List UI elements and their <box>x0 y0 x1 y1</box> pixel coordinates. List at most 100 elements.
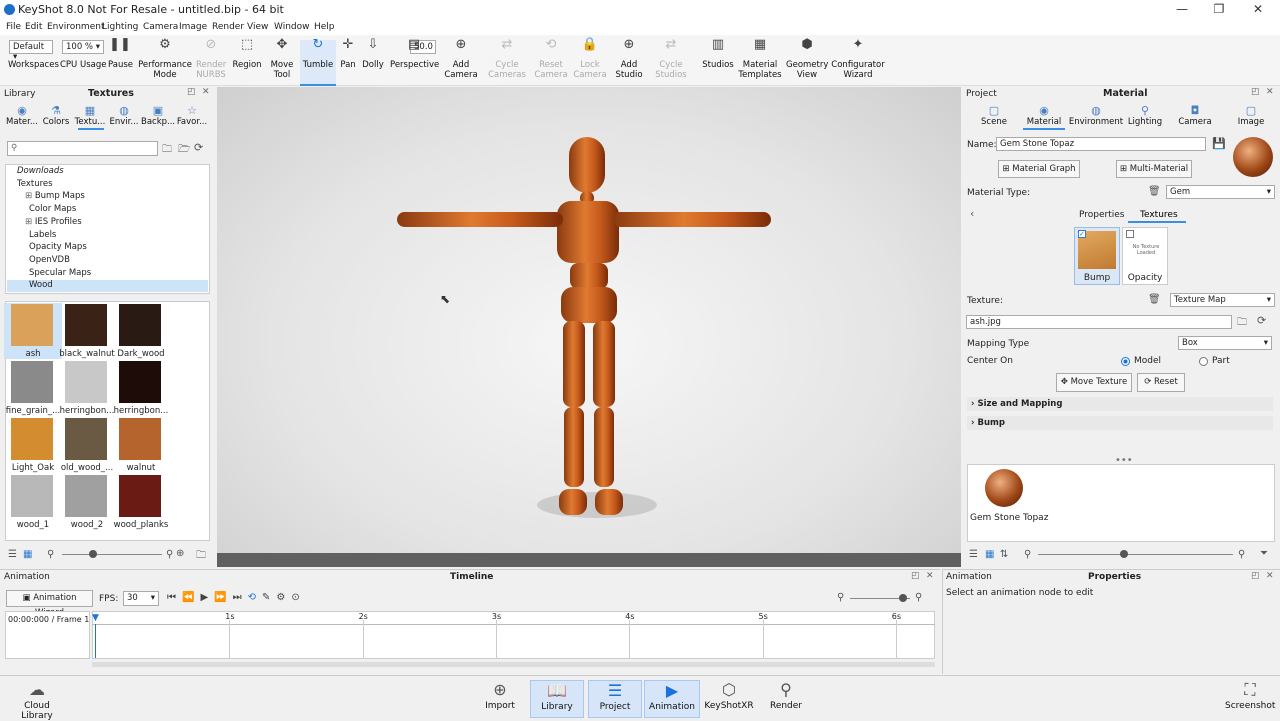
configurator-wizard-button[interactable]: ✦ Configurator Wizard <box>830 38 886 86</box>
cloud-library-button[interactable]: ☁ Cloud Library <box>8 680 66 721</box>
project-tab-camera[interactable]: ◘ Camera <box>1174 104 1216 127</box>
maximize-button[interactable]: ❐ <box>1209 2 1229 18</box>
play-icon[interactable]: ▶ <box>200 592 214 603</box>
texture-type-select[interactable]: Texture Map ▾ <box>1170 293 1275 307</box>
loop-icon[interactable]: ⟲ <box>248 592 262 603</box>
tree-item-downloads[interactable]: Downloads <box>7 166 208 178</box>
project-tab-scene[interactable]: ▢ Scene <box>973 104 1015 127</box>
tree-item-labels[interactable]: Labels <box>7 230 208 242</box>
tree-item-bump-maps[interactable]: ⊞ Bump Maps <box>7 191 208 203</box>
project-close-icon[interactable]: ✕ <box>1266 87 1274 97</box>
tree-item-ies-profiles[interactable]: ⊞ IES Profiles <box>7 217 208 229</box>
back-arrow-icon[interactable]: ‹ <box>970 207 974 220</box>
texture-thumb-black-walnut[interactable]: black_walnut <box>58 303 116 359</box>
close-button[interactable]: ✕ <box>1248 2 1268 18</box>
library-search-input[interactable]: ⚲ <box>7 141 158 156</box>
browse-folder-icon[interactable]: 🗀 <box>1237 315 1247 332</box>
timeline-undock-icon[interactable]: ◰ <box>911 571 920 581</box>
project-sort-icon[interactable]: ⇅ <box>1000 549 1008 560</box>
project-grid-view-icon[interactable]: ▦ <box>985 549 994 560</box>
save-material-icon[interactable]: 💾 <box>1212 137 1226 150</box>
zoom-out-icon[interactable]: ⚲ <box>47 549 54 560</box>
materials-tab[interactable]: ◉ Mater... <box>5 104 39 127</box>
refresh-icon[interactable]: ⟳ <box>194 141 203 154</box>
geometry-view-button[interactable]: ⬢ Geometry View <box>786 38 828 86</box>
upload-icon[interactable]: ⊕ <box>176 548 184 559</box>
texture-thumb-walnut[interactable]: walnut <box>112 417 170 473</box>
mapping-type-select[interactable]: Box ▾ <box>1178 336 1272 350</box>
timeline-zoom-out-icon[interactable]: ⚲ <box>837 592 844 603</box>
menu-lighting[interactable]: Lighting <box>102 22 138 32</box>
texture-thumb-dark-wood[interactable]: Dark_wood <box>112 303 170 359</box>
project-zoom-out-icon[interactable]: ⚲ <box>1024 549 1031 560</box>
texture-thumb-light-oak[interactable]: Light_Oak <box>4 417 62 473</box>
multi-material-button[interactable]: ⊞ Multi-Material <box>1116 160 1192 178</box>
size-mapping-section[interactable]: › Size and Mapping <box>967 397 1273 411</box>
library-close-icon[interactable]: ✕ <box>202 87 210 97</box>
move-texture-button[interactable]: ✥ Move Texture <box>1056 373 1132 392</box>
texture-thumb-fine-grain[interactable]: fine_grain_... <box>4 360 62 416</box>
menu-environment[interactable]: Environment <box>47 22 104 32</box>
thumb-size-slider[interactable] <box>62 554 162 555</box>
timeline-scrollbar[interactable] <box>92 662 935 667</box>
backplates-tab[interactable]: ▣ Backp... <box>141 104 175 127</box>
perspective-button[interactable]: ▤ Perspective <box>390 38 439 86</box>
folder-open-icon[interactable]: 🗀 <box>162 142 172 159</box>
project-tab-image[interactable]: ▢ Image <box>1230 104 1272 127</box>
reload-texture-icon[interactable]: ⟳ <box>1257 314 1266 327</box>
center-part-radio[interactable] <box>1199 357 1208 366</box>
library-button[interactable]: 📖 Library <box>530 680 584 718</box>
screenshot-button[interactable]: ⛶ Screenshot <box>1225 680 1275 711</box>
texture-file-input[interactable]: ash.jpg <box>966 315 1232 329</box>
add-camera-button[interactable]: ⊕ Add Camera <box>443 38 479 86</box>
project-tab-environment[interactable]: ◍ Environment <box>1068 104 1124 127</box>
menu-file[interactable]: File <box>6 22 21 32</box>
menu-image[interactable]: Image <box>179 22 207 32</box>
project-thumb-slider[interactable] <box>1038 554 1233 555</box>
fps-select[interactable]: 30 ▾ <box>123 591 159 606</box>
project-list-view-icon[interactable]: ☰ <box>969 549 978 560</box>
expand-plus-icon[interactable]: ⊞ <box>25 217 35 227</box>
zoom-in-icon[interactable]: ⚲ <box>166 549 173 560</box>
menu-camera[interactable]: Camera <box>143 22 178 32</box>
timeline-zoom-in-icon[interactable]: ⚲ <box>915 592 922 603</box>
region-button[interactable]: ⬚ Region <box>230 38 264 86</box>
project-thumb-slider-handle[interactable] <box>1120 550 1128 558</box>
filter-icon[interactable]: ⏷ <box>1260 548 1268 559</box>
texture-thumb-herringbon[interactable]: herringbon... <box>112 360 170 416</box>
menu-edit[interactable]: Edit <box>25 22 42 32</box>
texture-thumb-wood-planks[interactable]: wood_planks <box>112 474 170 530</box>
settings-gear-icon[interactable]: ⚙ <box>276 592 291 603</box>
properties-subtab[interactable]: Properties <box>1079 210 1124 220</box>
expand-plus-icon[interactable]: ⊞ <box>25 191 35 201</box>
opacity-slot[interactable]: No Texture Loaded Opacity <box>1122 227 1168 285</box>
grid-view-icon[interactable]: ▦ <box>23 549 32 560</box>
keyshotxr-button[interactable]: ⬡ KeyShotXR <box>702 680 756 718</box>
bump-slot[interactable]: ✓ Bump <box>1074 227 1120 285</box>
menu-render[interactable]: Render <box>212 22 244 32</box>
tree-item-textures[interactable]: Textures <box>7 179 208 191</box>
animation-button[interactable]: ▶ Animation <box>644 680 700 718</box>
workspaces-button[interactable]: Workspaces <box>8 40 59 86</box>
delete-icon[interactable]: 🗑 <box>1148 186 1161 197</box>
texture-thumb-ash[interactable]: ash <box>4 303 62 359</box>
dolly-button[interactable]: ⇩ Dolly <box>360 38 386 86</box>
texture-thumb-wood-1[interactable]: wood_1 <box>4 474 62 530</box>
minimize-button[interactable]: — <box>1172 2 1192 18</box>
skip-start-icon[interactable]: ⏮ <box>167 592 182 603</box>
environments-tab[interactable]: ◍ Envir... <box>107 104 141 127</box>
reset-button[interactable]: ⟳ Reset <box>1137 373 1185 392</box>
skip-end-icon[interactable]: ⏭ <box>233 592 248 603</box>
bump-checkbox[interactable]: ✓ <box>1078 230 1086 238</box>
menu-view[interactable]: View <box>247 22 268 32</box>
tree-item-wood[interactable]: Wood <box>7 280 208 293</box>
render-viewport[interactable]: ⬉ <box>217 87 961 553</box>
material-type-select[interactable]: Gem ▾ <box>1166 185 1275 199</box>
center-model-radio[interactable] <box>1121 357 1130 366</box>
menu-window[interactable]: Window <box>274 22 310 32</box>
properties-undock-icon[interactable]: ◰ <box>1251 571 1260 581</box>
folder-add-icon[interactable]: 🗁 <box>178 142 190 159</box>
brush-icon[interactable]: ✎ <box>262 592 276 603</box>
texture-thumb-herringbon[interactable]: herringbon... <box>58 360 116 416</box>
move-tool-button[interactable]: ✥ Move Tool <box>268 38 296 86</box>
